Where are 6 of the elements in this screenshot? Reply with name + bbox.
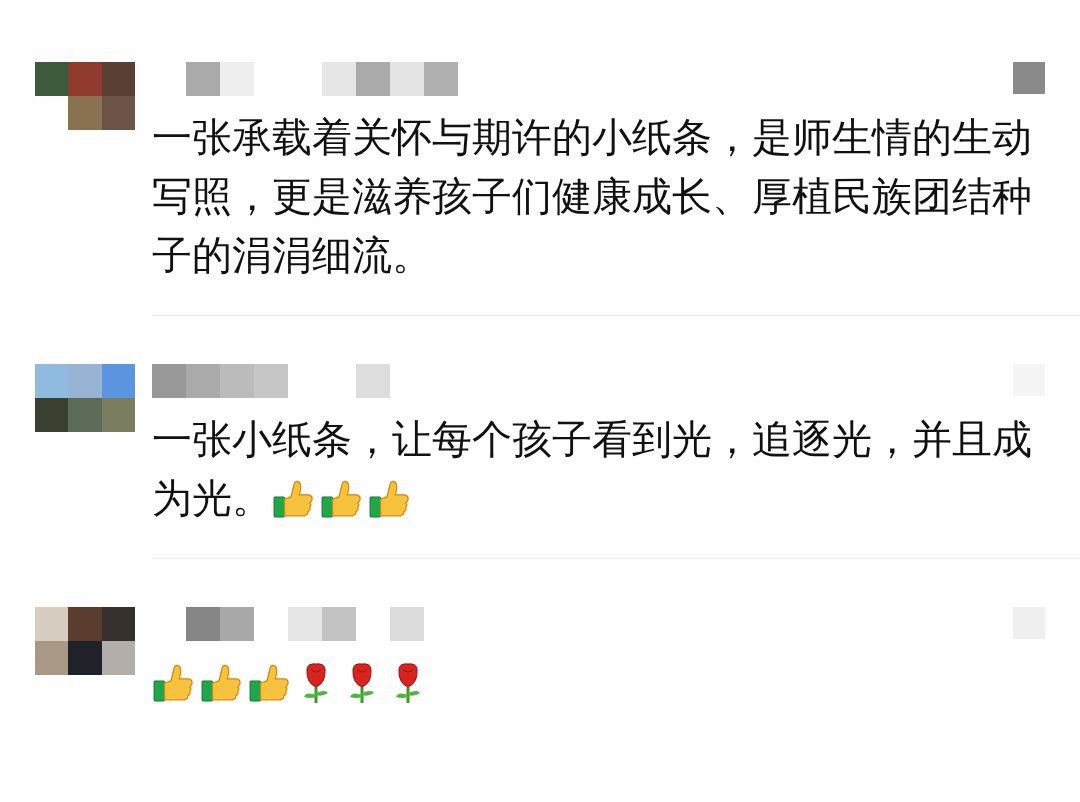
comment-text: 为光。 xyxy=(152,474,272,523)
blurred-mosaic xyxy=(1013,62,1045,94)
comment-text: 写照，更是滋养孩子们健康成长、厚植民族团结种 xyxy=(152,172,1032,221)
comment-text: 一张承载着关怀与期许的小纸条，是师生情的生动 xyxy=(152,113,1032,162)
comment-text: 一张小纸条，让每个孩子看到光，追逐光，并且成 xyxy=(152,415,1032,464)
comment-text: 子的涓涓细流。 xyxy=(152,231,432,280)
